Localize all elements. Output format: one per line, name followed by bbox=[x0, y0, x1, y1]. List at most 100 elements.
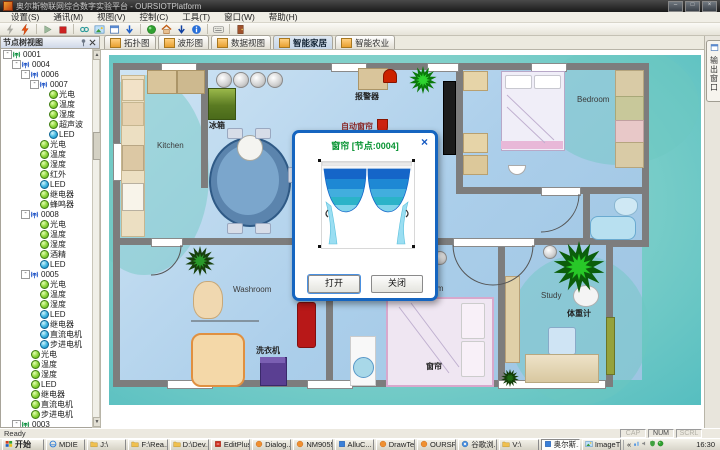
tree-node-继电器[interactable]: 继电器 bbox=[1, 189, 92, 199]
taskbar-button-V:\[interactable]: V:\ bbox=[499, 439, 538, 450]
minimize-button[interactable]: – bbox=[668, 1, 683, 12]
menu-item-3[interactable]: 控制(C) bbox=[132, 11, 175, 23]
taskbar-button-OURSRS...[interactable]: OURSRS... bbox=[417, 439, 456, 450]
home-icon[interactable] bbox=[159, 23, 174, 35]
tray-expand-icon[interactable]: « bbox=[627, 440, 631, 449]
selection-handle[interactable] bbox=[318, 159, 321, 162]
taskbar-button-MDIE[interactable]: MDIE bbox=[46, 439, 85, 450]
menu-item-4[interactable]: 工具(T) bbox=[175, 11, 217, 23]
tab-智能家居[interactable]: 智能家居 bbox=[273, 35, 333, 49]
tree-node-湿度[interactable]: 湿度 bbox=[1, 299, 92, 309]
tree-scrollbar[interactable]: ▲ ▼ bbox=[92, 49, 100, 428]
tree-node-LED[interactable]: LED bbox=[1, 309, 92, 319]
tree-node-湿度[interactable]: 湿度 bbox=[1, 159, 92, 169]
tab-智能农业[interactable]: 智能农业 bbox=[335, 35, 395, 49]
tree-node-蜂鸣器[interactable]: 蜂鸣器 bbox=[1, 199, 92, 209]
menu-item-1[interactable]: 通讯(M) bbox=[46, 11, 90, 23]
tree-node-LED[interactable]: LED bbox=[1, 179, 92, 189]
tree-node-直流电机[interactable]: 直流电机 bbox=[1, 329, 92, 339]
menu-item-6[interactable]: 帮助(H) bbox=[262, 11, 305, 23]
tree-node-0006[interactable]: -0006 bbox=[1, 69, 92, 79]
stop-icon[interactable] bbox=[55, 23, 70, 35]
window-icon[interactable] bbox=[107, 23, 122, 35]
image-icon[interactable] bbox=[92, 23, 107, 35]
taskbar-button-J:\[interactable]: J:\ bbox=[87, 439, 126, 450]
menu-item-0[interactable]: 设置(S) bbox=[4, 11, 46, 23]
tab-波形图[interactable]: 波形图 bbox=[158, 35, 210, 49]
tree-node-0007[interactable]: -0007 bbox=[1, 79, 92, 89]
tree-node-湿度[interactable]: 湿度 bbox=[1, 239, 92, 249]
tree-node-0003[interactable]: -0003 bbox=[1, 419, 92, 428]
pin-icon[interactable] bbox=[79, 38, 88, 47]
tree-node-LED[interactable]: LED bbox=[1, 379, 92, 389]
tree-node-温度[interactable]: 温度 bbox=[1, 149, 92, 159]
taskbar-button-DrawTe...[interactable]: DrawTe... bbox=[376, 439, 415, 450]
tree-node-光电[interactable]: 光电 bbox=[1, 219, 92, 229]
tree-node-继电器[interactable]: 继电器 bbox=[1, 389, 92, 399]
tree-node-0008[interactable]: -0008 bbox=[1, 209, 92, 219]
taskbar-button-D:\Dev...[interactable]: D:\Dev... bbox=[170, 439, 209, 450]
tree-node-0001[interactable]: -0001 bbox=[1, 49, 92, 59]
selection-handle[interactable] bbox=[412, 245, 415, 248]
bolt-gray-icon[interactable] bbox=[3, 23, 18, 35]
taskbar-button-ImageT...[interactable]: ImageT... bbox=[582, 439, 621, 450]
arrow-down-icon[interactable] bbox=[122, 23, 137, 35]
tree-node-步进电机[interactable]: 步进电机 bbox=[1, 409, 92, 419]
expand-icon[interactable]: - bbox=[12, 60, 21, 69]
expand-icon[interactable]: - bbox=[12, 420, 21, 429]
taskbar-button-谷歌浏...[interactable]: 谷歌浏... bbox=[458, 439, 497, 450]
tree-node-光电[interactable]: 光电 bbox=[1, 279, 92, 289]
play-icon[interactable] bbox=[40, 23, 55, 35]
tree-node-湿度[interactable]: 湿度 bbox=[1, 109, 92, 119]
expand-icon[interactable]: - bbox=[3, 50, 12, 59]
dialog-close-icon[interactable]: × bbox=[421, 135, 428, 149]
maximize-button[interactable]: □ bbox=[685, 1, 700, 12]
output-window-tab[interactable]: 输出窗口 bbox=[706, 40, 720, 102]
tree-node-湿度[interactable]: 湿度 bbox=[1, 369, 92, 379]
taskbar-button-EditPlus[interactable]: EditPlus bbox=[211, 439, 250, 450]
bolt-red-icon[interactable] bbox=[18, 23, 33, 35]
tree-node-0004[interactable]: -0004 bbox=[1, 59, 92, 69]
tree-node-温度[interactable]: 温度 bbox=[1, 359, 92, 369]
menu-item-2[interactable]: 视图(V) bbox=[90, 11, 132, 23]
expand-icon[interactable]: - bbox=[21, 70, 30, 79]
selection-handle[interactable] bbox=[412, 159, 415, 162]
selection-handle[interactable] bbox=[318, 245, 321, 248]
close-button[interactable]: × bbox=[702, 1, 717, 12]
tree-node-温度[interactable]: 温度 bbox=[1, 289, 92, 299]
taskbar-button-Dialog...[interactable]: Dialog... bbox=[252, 439, 291, 450]
tree-node-光电[interactable]: 光电 bbox=[1, 139, 92, 149]
tree-node-直流电机[interactable]: 直流电机 bbox=[1, 399, 92, 409]
info-icon[interactable] bbox=[189, 23, 204, 35]
tree-node-光电[interactable]: 光电 bbox=[1, 89, 92, 99]
taskbar-button-奥尔斯...[interactable]: 奥尔斯... bbox=[541, 439, 580, 450]
tree-node-红外[interactable]: 红外 bbox=[1, 169, 92, 179]
door-icon[interactable] bbox=[233, 23, 248, 35]
tray-orb-icon[interactable] bbox=[657, 440, 664, 449]
tree-node-LED[interactable]: LED bbox=[1, 129, 92, 139]
expand-icon[interactable]: - bbox=[21, 210, 30, 219]
tree-node-温度[interactable]: 温度 bbox=[1, 99, 92, 109]
taskbar-button-NM9055...[interactable]: NM9055... bbox=[293, 439, 332, 450]
tab-数据视图[interactable]: 数据视图 bbox=[211, 35, 271, 49]
tray-vol-icon[interactable] bbox=[641, 440, 648, 449]
tree-node-继电器[interactable]: 继电器 bbox=[1, 319, 92, 329]
tree-node-LED[interactable]: LED bbox=[1, 259, 92, 269]
close-curtain-button[interactable]: 关闭 bbox=[371, 275, 423, 293]
tree-node-光电[interactable]: 光电 bbox=[1, 349, 92, 359]
orb-icon[interactable] bbox=[144, 23, 159, 35]
tree-node-温度[interactable]: 温度 bbox=[1, 229, 92, 239]
open-button[interactable]: 打开 bbox=[308, 275, 360, 293]
taskbar-button-F:\Rea...[interactable]: F:\Rea... bbox=[128, 439, 167, 450]
taskbar-button-AlluC...[interactable]: AlluC... bbox=[335, 439, 374, 450]
tray-shield-icon[interactable] bbox=[649, 440, 656, 449]
link-icon[interactable] bbox=[77, 23, 92, 35]
tree-node-步进电机[interactable]: 步进电机 bbox=[1, 339, 92, 349]
tree-node-超声波[interactable]: 超声波 bbox=[1, 119, 92, 129]
expand-icon[interactable]: - bbox=[21, 270, 30, 279]
tab-拓扑图[interactable]: 拓扑图 bbox=[104, 35, 156, 49]
tray-net-icon[interactable] bbox=[633, 440, 640, 449]
tree-node-酒精[interactable]: 酒精 bbox=[1, 249, 92, 259]
expand-icon[interactable]: - bbox=[30, 80, 39, 89]
tree-node-0005[interactable]: -0005 bbox=[1, 269, 92, 279]
